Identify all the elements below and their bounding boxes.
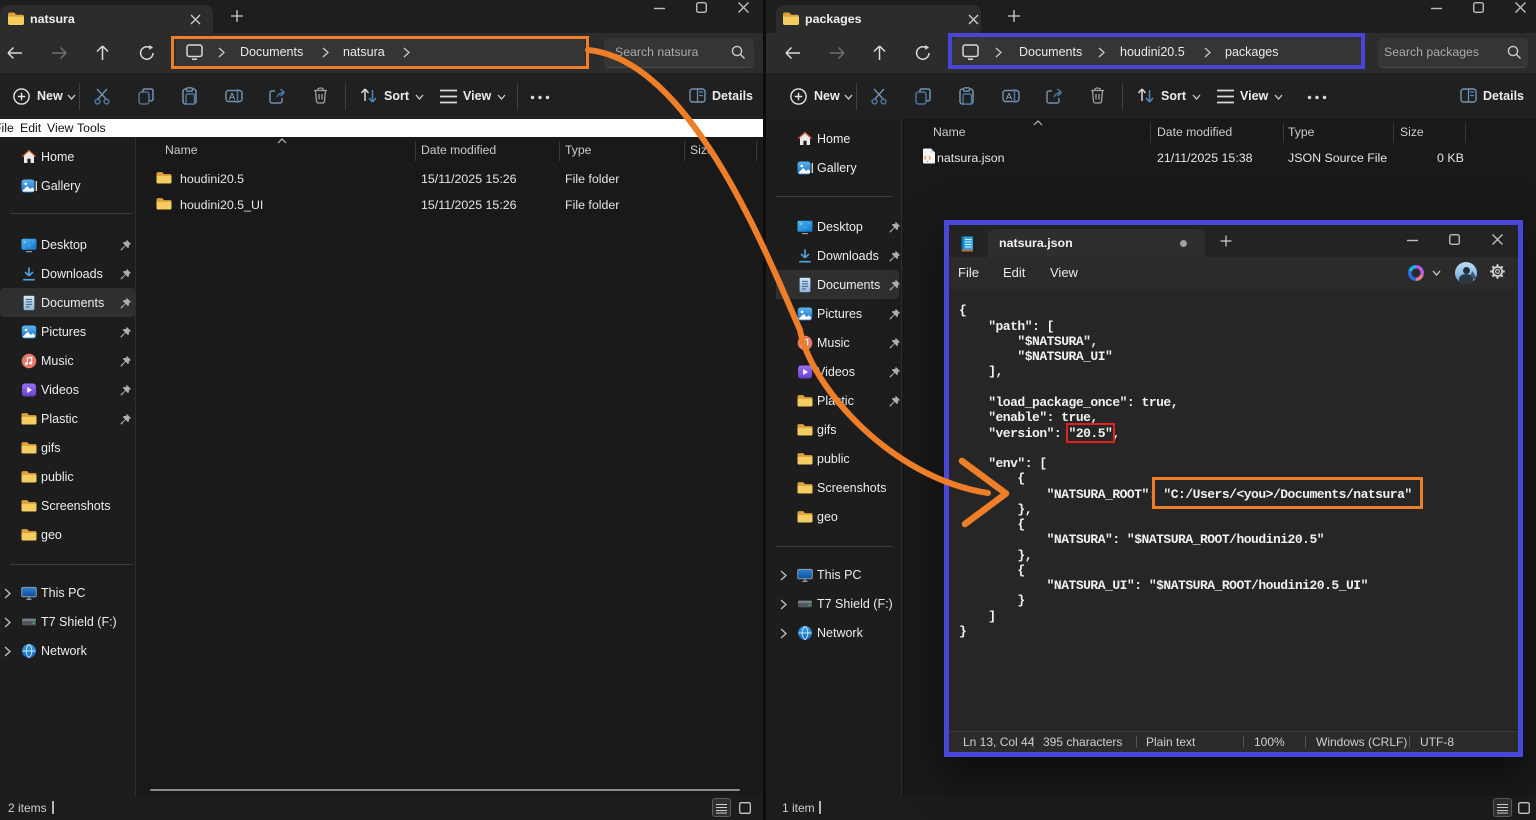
svg-text:A: A	[1006, 92, 1012, 102]
svg-text:A: A	[229, 92, 235, 102]
